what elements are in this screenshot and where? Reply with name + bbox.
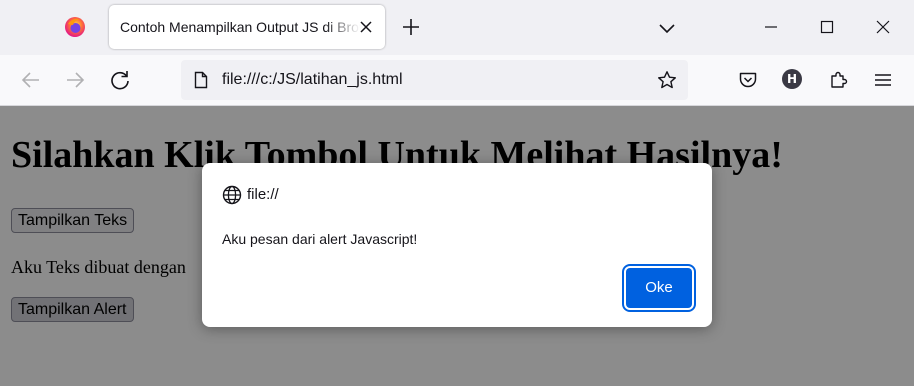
minimize-icon [765, 26, 777, 28]
tab-title: Contoh Menampilkan Output JS di Browser [120, 19, 360, 35]
puzzle-icon[interactable] [828, 69, 850, 91]
url-text[interactable]: file:///c:/JS/latihan_js.html [222, 71, 403, 89]
plus-icon[interactable] [401, 17, 421, 37]
reload-icon[interactable] [109, 69, 131, 91]
navigation-toolbar: file:///c:/JS/latihan_js.html H [0, 55, 914, 106]
dialog-origin: file:// [247, 186, 279, 203]
hamburger-icon[interactable] [872, 69, 894, 91]
url-bar[interactable]: file:///c:/JS/latihan_js.html [181, 60, 688, 100]
window-close-button[interactable] [860, 0, 906, 55]
tab-strip: Contoh Menampilkan Output JS di Browser [0, 0, 914, 55]
alert-dialog: file:// Aku pesan dari alert Javascript!… [202, 163, 712, 327]
dialog-message: Aku pesan dari alert Javascript! [222, 231, 418, 247]
firefox-logo-icon[interactable] [64, 16, 86, 38]
star-icon[interactable] [657, 70, 677, 90]
maximize-icon [820, 20, 834, 34]
close-icon [876, 20, 890, 34]
minimize-button[interactable] [748, 0, 794, 55]
account-icon[interactable]: H [782, 69, 804, 91]
arrow-right-icon[interactable] [64, 69, 86, 91]
account-avatar: H [782, 69, 802, 89]
close-icon[interactable] [359, 20, 373, 34]
tab-active[interactable]: Contoh Menampilkan Output JS di Browser [109, 5, 385, 49]
pocket-icon[interactable] [737, 69, 759, 91]
ok-button[interactable]: Oke [626, 268, 692, 308]
globe-icon [222, 185, 242, 205]
arrow-left-icon[interactable] [20, 69, 42, 91]
chevron-down-icon[interactable] [657, 18, 677, 38]
page-icon[interactable] [192, 71, 210, 89]
maximize-button[interactable] [804, 0, 850, 55]
